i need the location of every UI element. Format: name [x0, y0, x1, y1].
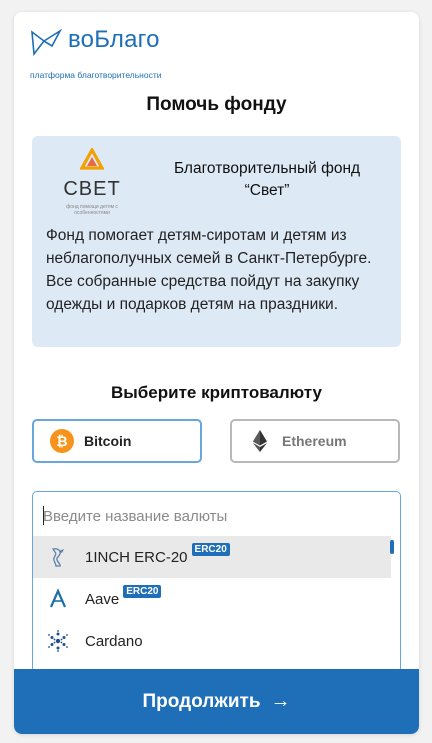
- arrow-right-icon: →: [270, 690, 291, 712]
- fund-logo-text: СВЕТ: [63, 178, 121, 200]
- brand-tagline: платформа благотворительности: [30, 70, 162, 80]
- bitcoin-icon: ₿: [50, 429, 74, 453]
- fund-logo: СВЕТ фонд помощи детям с особенностями: [52, 148, 132, 216]
- currency-search-input[interactable]: [43, 506, 383, 526]
- crypto-heading: Выберите криптовалюту: [111, 383, 322, 402]
- bitcoin-label: Bitcoin: [84, 433, 132, 449]
- erc20-badge: ERC20: [191, 542, 230, 556]
- ethereum-button[interactable]: Ethereum: [230, 419, 400, 463]
- erc20-badge: ERC20: [123, 584, 162, 598]
- brand-name: воБлаго: [68, 26, 160, 53]
- bitcoin-button[interactable]: ₿ Bitcoin: [32, 419, 202, 463]
- continue-button[interactable]: Продолжить →: [14, 669, 419, 734]
- fund-info-panel: СВЕТ фонд помощи детям с особенностями Б…: [32, 136, 401, 347]
- bird-logo-icon: [31, 28, 62, 57]
- fund-logo-subtext: фонд помощи детям с особенностями: [66, 204, 118, 216]
- svg-text:₿: ₿: [56, 434, 67, 450]
- 1inch-icon: [51, 548, 64, 567]
- fund-description: Фонд помогает детям-сиротам и детям из н…: [46, 227, 372, 313]
- fund-name: Благотворительный фонд “Свет”: [173, 160, 361, 199]
- triangle-logo-icon: [80, 148, 104, 170]
- continue-label: Продолжить: [142, 690, 261, 712]
- currency-option-label: Cardano: [85, 632, 143, 650]
- currency-option-aave[interactable]: Aave ERC20: [33, 578, 391, 620]
- currency-option-label: Aave: [85, 590, 120, 608]
- aave-icon: [49, 588, 67, 608]
- currency-option-label: 1INCH ERC-20: [85, 548, 188, 566]
- currency-option-cardano[interactable]: Cardano: [33, 620, 391, 662]
- page-title: Помочь фонду: [146, 94, 287, 115]
- ethereum-icon: [253, 430, 267, 452]
- dropdown-scrollbar[interactable]: [390, 540, 394, 554]
- ethereum-label: Ethereum: [282, 433, 347, 449]
- currency-dropdown: 1INCH ERC-20 ERC20 Aave ERC20: [32, 491, 401, 673]
- text-cursor: [43, 506, 44, 525]
- brand-logo[interactable]: воБлаго платформа благотворительности: [30, 26, 230, 82]
- donation-card: воБлаго платформа благотворительности По…: [14, 12, 419, 734]
- cardano-icon: [48, 630, 68, 652]
- currency-option-1inch[interactable]: 1INCH ERC-20 ERC20: [33, 536, 391, 578]
